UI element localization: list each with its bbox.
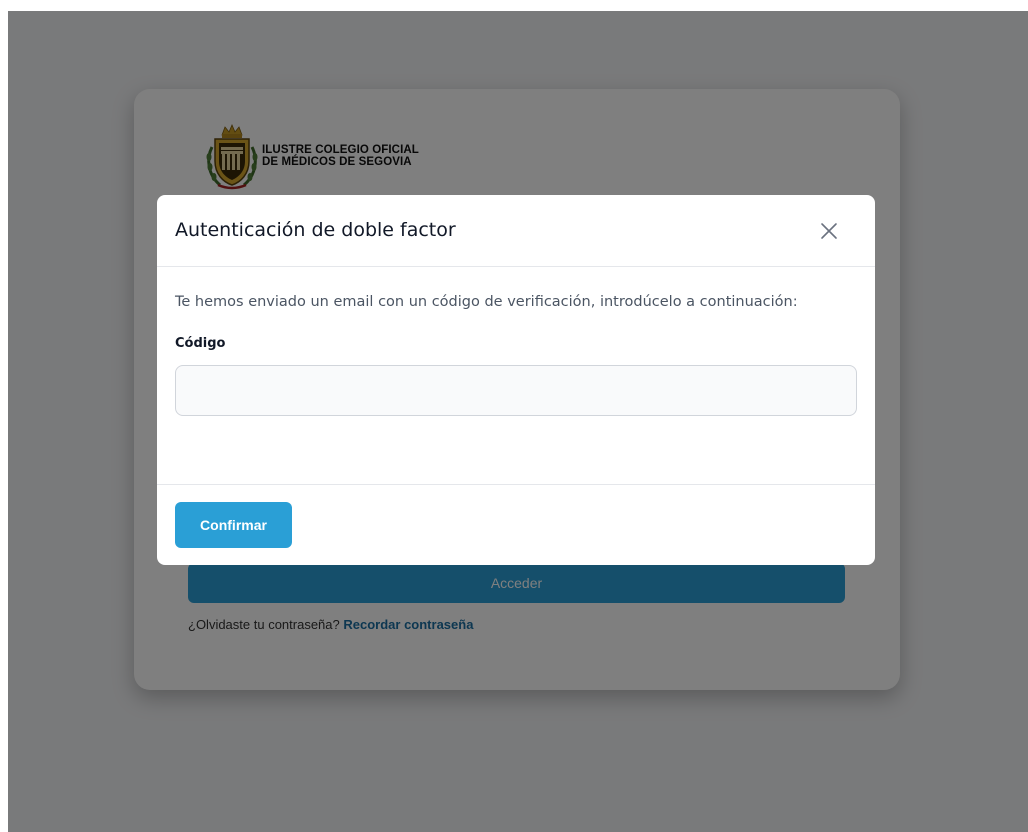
page-viewport: ILUSTRE COLEGIO OFICIAL DE MÉDICOS DE SE… — [8, 11, 1028, 832]
verification-message: Te hemos enviado un email con un código … — [175, 294, 798, 310]
modal-footer: Confirmar — [157, 484, 875, 565]
modal-header: Autenticación de doble factor — [157, 195, 875, 267]
modal-body: Te hemos enviado un email con un código … — [157, 267, 875, 484]
confirm-button[interactable]: Confirmar — [175, 502, 292, 548]
close-button[interactable] — [817, 219, 841, 243]
two-factor-modal: Autenticación de doble factor Te hemos e… — [157, 195, 875, 565]
close-icon — [821, 223, 837, 239]
code-label: Código — [175, 336, 226, 351]
modal-title: Autenticación de doble factor — [175, 219, 456, 241]
code-input[interactable] — [175, 365, 857, 416]
